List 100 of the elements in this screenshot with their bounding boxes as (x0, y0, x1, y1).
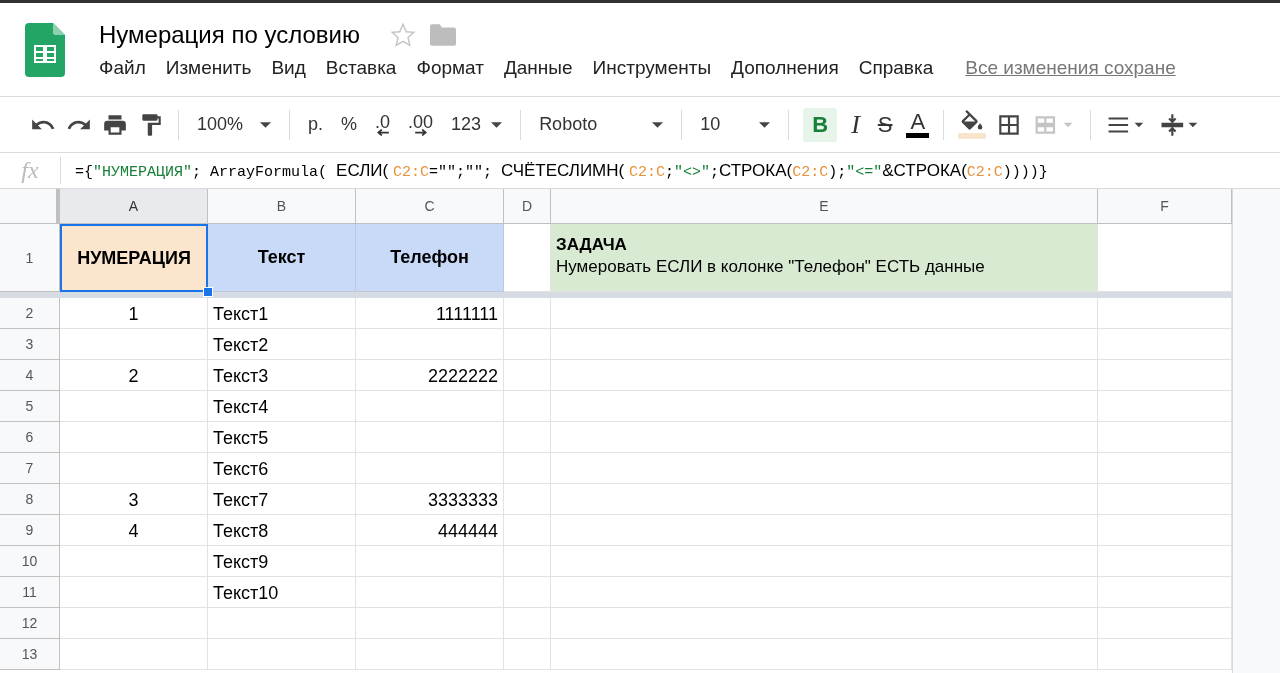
row-header[interactable]: 2 (0, 298, 60, 329)
table-cell[interactable]: 1111111 (356, 298, 504, 329)
table-cell[interactable]: 3333333 (356, 484, 504, 515)
table-cell[interactable]: Текст1 (208, 298, 356, 329)
table-cell[interactable] (356, 546, 504, 577)
table-cell[interactable]: Текст7 (208, 484, 356, 515)
percent-button[interactable]: % (337, 110, 362, 139)
increase-decimals-button[interactable]: .00 (404, 109, 438, 140)
document-title[interactable]: Нумерация по условию (99, 21, 360, 49)
table-cell[interactable]: Текст3 (208, 360, 356, 391)
table-cell[interactable] (60, 546, 208, 577)
table-cell[interactable]: Текст (208, 224, 356, 292)
number-format-dropdown[interactable]: 123 (447, 110, 507, 139)
table-cell[interactable] (551, 639, 1098, 670)
table-cell[interactable] (504, 515, 551, 546)
decrease-decimals-button[interactable]: .0 (371, 109, 395, 140)
menu-item[interactable]: Инструменты (592, 57, 712, 79)
table-cell[interactable] (551, 484, 1098, 515)
spreadsheet-logo-icon[interactable] (25, 23, 65, 77)
table-cell[interactable] (504, 453, 551, 484)
row-header[interactable]: 13 (0, 639, 60, 670)
menu-item[interactable]: Изменить (165, 57, 252, 79)
table-cell[interactable] (60, 608, 208, 639)
font-dropdown[interactable]: Roboto (535, 110, 668, 139)
currency-button[interactable]: р. (304, 110, 327, 139)
table-cell[interactable] (504, 329, 551, 360)
table-cell[interactable] (356, 329, 504, 360)
table-cell[interactable] (356, 391, 504, 422)
row-header[interactable]: 8 (0, 484, 60, 515)
table-cell[interactable] (60, 422, 208, 453)
table-cell[interactable] (551, 546, 1098, 577)
row-header[interactable]: 12 (0, 608, 60, 639)
star-icon[interactable] (389, 22, 416, 48)
text-color-button[interactable]: A (906, 111, 930, 138)
folder-icon[interactable] (429, 24, 456, 46)
task-cell-background[interactable]: ЗАДАЧА Нумеровать ЕСЛИ в колонке "Телефон" ЕСТЬ данные (551, 224, 1098, 292)
table-cell[interactable] (356, 422, 504, 453)
table-cell[interactable] (504, 484, 551, 515)
menu-item[interactable]: Вид (271, 57, 306, 79)
table-cell[interactable]: 2 (60, 360, 208, 391)
column-header[interactable]: F (1098, 189, 1232, 224)
table-cell[interactable] (60, 639, 208, 670)
row-header[interactable]: 11 (0, 577, 60, 608)
zoom-dropdown[interactable]: 100% (193, 110, 275, 139)
table-cell[interactable] (504, 360, 551, 391)
fill-handle[interactable] (204, 288, 212, 296)
row-header[interactable]: 4 (0, 360, 60, 391)
table-cell[interactable]: 4 (60, 515, 208, 546)
table-cell[interactable] (208, 639, 356, 670)
table-cell[interactable] (356, 608, 504, 639)
table-cell[interactable] (504, 639, 551, 670)
column-header[interactable]: D (504, 189, 551, 224)
table-cell[interactable]: Текст5 (208, 422, 356, 453)
formula-text[interactable]: ={"НУМЕРАЦИЯ"; ArrayFormula( ЕСЛИ( C2:C="";""; СЧЁТЕСЛИМН( C2:C;"<>";СТРОКА(C2:C);"<="&СТРОКА(C2:C))))} (75, 160, 1048, 181)
save-status-link[interactable]: Все изменения сохране (965, 57, 1176, 79)
row-header[interactable]: 1 (0, 224, 60, 292)
table-cell[interactable]: Телефон (356, 224, 504, 292)
table-cell[interactable]: 1 (60, 298, 208, 329)
column-header[interactable]: E (551, 189, 1098, 224)
row-header[interactable]: 10 (0, 546, 60, 577)
column-header[interactable]: C (356, 189, 504, 224)
table-cell[interactable] (60, 329, 208, 360)
table-cell[interactable] (551, 422, 1098, 453)
table-cell[interactable] (60, 453, 208, 484)
row-header[interactable]: 5 (0, 391, 60, 422)
table-cell[interactable] (551, 608, 1098, 639)
row-header[interactable]: 7 (0, 453, 60, 484)
font-size-dropdown[interactable]: 10 (696, 110, 775, 139)
menu-item[interactable]: Дополнения (731, 57, 839, 79)
row-header[interactable]: 6 (0, 422, 60, 453)
table-cell[interactable] (504, 608, 551, 639)
table-cell[interactable] (551, 298, 1098, 329)
table-cell[interactable] (208, 608, 356, 639)
table-cell[interactable]: Текст10 (208, 577, 356, 608)
table-cell[interactable]: Текст2 (208, 329, 356, 360)
fill-color-icon[interactable] (958, 109, 987, 140)
menu-item[interactable]: Справка (858, 57, 934, 79)
table-cell[interactable]: Текст4 (208, 391, 356, 422)
table-cell[interactable] (504, 546, 551, 577)
table-cell[interactable] (60, 577, 208, 608)
menu-item[interactable]: Вставка (325, 57, 397, 79)
table-cell[interactable] (551, 329, 1098, 360)
table-cell[interactable] (551, 515, 1098, 546)
strikethrough-button[interactable]: S (873, 107, 897, 142)
italic-button[interactable]: I (847, 105, 864, 144)
bold-button[interactable]: B (803, 107, 838, 142)
table-cell[interactable] (551, 360, 1098, 391)
select-all-corner[interactable] (0, 189, 60, 224)
table-cell[interactable] (551, 577, 1098, 608)
table-cell[interactable]: 2222222 (356, 360, 504, 391)
table-cell[interactable]: Текст9 (208, 546, 356, 577)
menu-item[interactable]: Данные (503, 57, 573, 79)
menu-item[interactable]: Формат (416, 57, 484, 79)
column-header[interactable]: A (60, 189, 208, 224)
table-cell[interactable] (551, 453, 1098, 484)
table-cell[interactable] (60, 391, 208, 422)
table-cell[interactable] (504, 298, 551, 329)
table-cell[interactable] (356, 639, 504, 670)
table-cell[interactable] (356, 453, 504, 484)
table-cell[interactable]: НУМЕРАЦИЯ (60, 224, 208, 292)
